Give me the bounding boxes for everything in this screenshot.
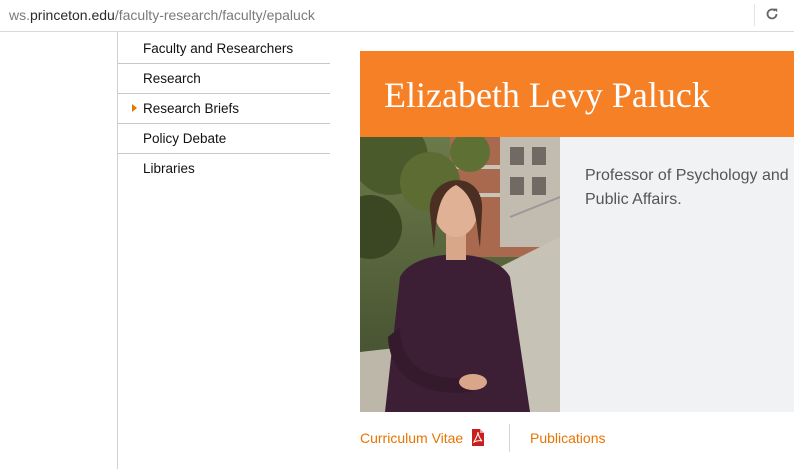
sidebar-item-policy-debate[interactable]: Policy Debate	[118, 124, 330, 154]
expand-arrow-icon[interactable]	[132, 104, 137, 112]
page-title: Elizabeth Levy Paluck	[384, 75, 710, 115]
reload-icon[interactable]	[764, 5, 780, 23]
publications-link[interactable]: Publications	[530, 430, 606, 446]
profile-photo	[360, 137, 560, 412]
sidebar-item-research[interactable]: Research	[118, 64, 330, 94]
sidebar-item-label[interactable]: Faculty and Researchers	[143, 41, 293, 56]
sidebar-item-research-briefs[interactable]: Research Briefs	[118, 94, 330, 124]
sidebar-item-label[interactable]: Libraries	[143, 161, 195, 176]
profile-photo-image	[360, 137, 560, 412]
links-divider	[509, 424, 510, 452]
sidebar-nav: Faculty and Researchers Research Researc…	[118, 34, 330, 183]
name-banner: Elizabeth Levy Paluck	[360, 51, 794, 137]
sidebar-item-label[interactable]: Research Briefs	[143, 101, 239, 116]
address-bar[interactable]: ws.princeton.edu/faculty-research/facult…	[0, 0, 794, 32]
address-bar-divider	[754, 4, 755, 26]
url-host: princeton.edu	[30, 7, 115, 23]
pdf-icon[interactable]	[471, 429, 485, 446]
curriculum-vitae-link[interactable]: Curriculum Vitae	[360, 430, 463, 446]
faculty-title: Professor of Psychology and Public Affai…	[585, 167, 789, 208]
sidebar-item-libraries[interactable]: Libraries	[118, 154, 330, 183]
profile-info-panel: Professor of Psychology and Public Affai…	[560, 137, 794, 412]
url-prefix: ws.	[9, 7, 30, 23]
sidebar-item-faculty-and-researchers[interactable]: Faculty and Researchers	[118, 34, 330, 64]
profile-links: Curriculum Vitae Publications	[360, 424, 794, 452]
sidebar-item-label[interactable]: Policy Debate	[143, 131, 226, 146]
url-path: /faculty-research/faculty/epaluck	[114, 7, 315, 23]
sidebar-item-label[interactable]: Research	[143, 71, 201, 86]
url-text[interactable]: ws.princeton.edu/faculty-research/facult…	[9, 7, 315, 23]
